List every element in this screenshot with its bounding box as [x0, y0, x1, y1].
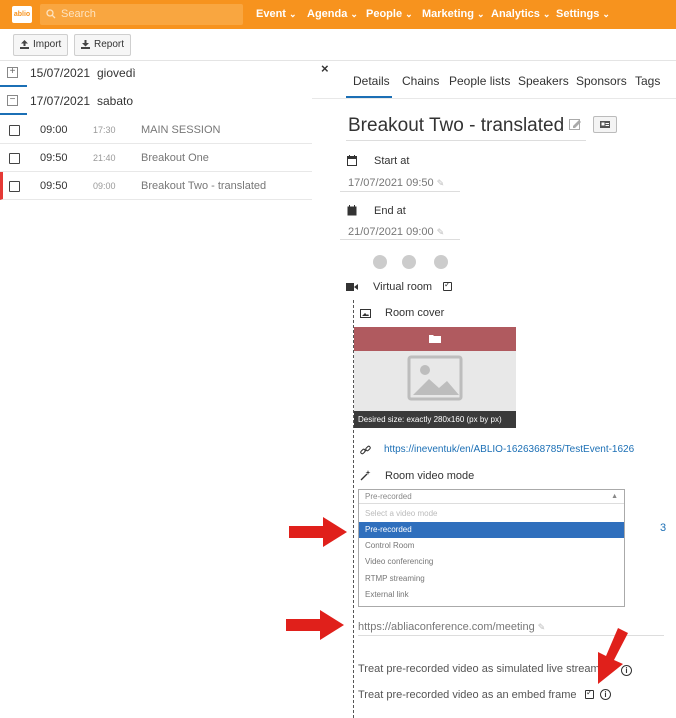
calendar-icon — [347, 155, 357, 166]
collapse-icon[interactable]: − — [7, 95, 18, 106]
virtual-room-label: Virtual room — [373, 281, 433, 293]
room-cover-label: Room cover — [385, 307, 445, 319]
day-row[interactable]: + 15/07/2021 giovedì — [0, 61, 312, 89]
search-box[interactable]: Search — [40, 4, 243, 25]
dropdown-option-placeholder[interactable]: Select a video mode — [359, 506, 624, 522]
cover-size-hint: Desired size: exactly 280x160 (px by px) — [354, 411, 516, 428]
session-row[interactable]: 09:50 21:40 Breakout One — [0, 144, 312, 172]
image-placeholder-icon — [407, 355, 463, 401]
end-value[interactable]: 21/07/2021 09:00 ✎ — [348, 226, 444, 238]
side-number: 3 — [660, 522, 667, 534]
embed-frame-checkbox[interactable] — [585, 688, 594, 699]
import-button[interactable]: Import — [13, 34, 69, 56]
edit-icon[interactable]: ✎ — [437, 227, 445, 237]
download-icon — [81, 40, 90, 49]
toolbar: Import Report — [0, 29, 676, 61]
dropdown-option-pre-recorded[interactable]: Pre-recorded — [359, 522, 624, 538]
tab-tags[interactable]: Tags — [635, 74, 660, 88]
chevron-down-icon: ⌄ — [288, 9, 297, 19]
chevron-down-icon: ⌄ — [350, 9, 358, 19]
session-row-selected[interactable]: 09:50 09:00 Breakout Two - translated — [0, 172, 312, 200]
nav-agenda[interactable]: Agenda ⌄ — [307, 8, 358, 20]
meeting-url[interactable]: https://abliaconference.com/meeting ✎ — [358, 621, 545, 633]
edit-icon[interactable]: ✎ — [437, 178, 445, 188]
session-checkbox[interactable] — [9, 125, 20, 136]
edit-icon[interactable] — [569, 118, 582, 131]
nav-settings[interactable]: Settings ⌄ — [556, 8, 610, 20]
edit-icon[interactable]: ✎ — [538, 622, 546, 632]
tab-sponsors[interactable]: Sponsors — [576, 74, 627, 88]
video-mode-dropdown[interactable]: Pre-recorded ▲ Select a video mode Pre-re… — [358, 489, 625, 607]
start-value[interactable]: 17/07/2021 09:50 ✎ — [348, 177, 444, 189]
session-detail-panel: × Details Chains People lists Speakers S… — [312, 61, 676, 718]
magic-wand-icon — [360, 470, 371, 481]
calendar-filled-icon — [347, 205, 357, 216]
tab-speakers[interactable]: Speakers — [518, 74, 569, 88]
video-mode-select[interactable]: Pre-recorded ▲ — [359, 490, 624, 504]
nav-analytics[interactable]: Analytics ⌄ — [491, 8, 550, 20]
info-icon[interactable]: i — [600, 689, 611, 700]
upload-icon — [20, 40, 29, 49]
session-checkbox[interactable] — [9, 181, 20, 192]
dropdown-option-control-room[interactable]: Control Room — [359, 538, 624, 554]
chevron-down-icon: ⌄ — [602, 9, 610, 19]
annotation-arrow-icon — [286, 610, 344, 640]
dropdown-option-video-conferencing[interactable]: Video conferencing — [359, 554, 624, 570]
nav-event[interactable]: Event ⌄ — [256, 8, 297, 20]
annotation-arrow-icon — [289, 517, 347, 547]
search-icon — [46, 9, 56, 19]
room-link[interactable]: https://ineventuk/en/ABLIO-1626368785/Te… — [384, 444, 676, 455]
chevron-down-icon: ⌄ — [542, 9, 551, 19]
nav-people[interactable]: People ⌄ — [366, 8, 413, 20]
session-row[interactable]: 09:00 17:30 MAIN SESSION — [0, 116, 312, 144]
virtual-room-checkbox[interactable] — [443, 280, 452, 291]
tab-details[interactable]: Details — [353, 74, 390, 88]
nav-marketing[interactable]: Marketing ⌄ — [422, 8, 485, 20]
video-mode-label: Room video mode — [385, 470, 475, 482]
expand-icon[interactable]: + — [7, 67, 18, 78]
report-button[interactable]: Report — [74, 34, 132, 56]
agenda-list: + 15/07/2021 giovedì − 17/07/2021 sabato… — [0, 61, 312, 718]
link-icon — [360, 445, 371, 455]
start-label: Start at — [374, 155, 410, 167]
id-card-button[interactable] — [593, 116, 617, 133]
room-cover-upload[interactable]: Desired size: exactly 280x160 (px by px) — [354, 327, 516, 428]
image-icon — [360, 309, 371, 318]
dropdown-option-rtmp-streaming[interactable]: RTMP streaming — [359, 571, 624, 587]
tab-people-lists[interactable]: People lists — [449, 74, 510, 88]
embed-frame-label: Treat pre-recorded video as an embed fra… — [358, 689, 577, 701]
dropdown-option-external-link[interactable]: External link — [359, 587, 624, 603]
video-camera-icon — [346, 283, 358, 291]
annotation-arrow-icon — [598, 628, 628, 684]
caret-up-icon: ▲ — [611, 493, 618, 500]
folder-icon — [429, 335, 441, 343]
top-navigation-bar: ablio Search Event ⌄ Agenda ⌄ People ⌄ Mark… — [0, 0, 676, 29]
id-card-icon — [600, 121, 610, 128]
chevron-down-icon: ⌄ — [476, 9, 485, 19]
end-label: End at — [374, 205, 406, 217]
tab-chains[interactable]: Chains — [402, 74, 439, 88]
chevron-down-icon: ⌄ — [405, 9, 413, 19]
session-checkbox[interactable] — [9, 153, 20, 164]
day-row[interactable]: − 17/07/2021 sabato — [0, 89, 312, 117]
session-title[interactable]: Breakout Two - translated — [348, 115, 582, 137]
detail-tabs: Details Chains People lists Speakers Spo… — [312, 61, 676, 99]
app-logo[interactable]: ablio — [12, 6, 32, 23]
search-placeholder: Search — [61, 8, 96, 20]
simulated-live-label: Treat pre-recorded video as simulated li… — [358, 663, 600, 675]
